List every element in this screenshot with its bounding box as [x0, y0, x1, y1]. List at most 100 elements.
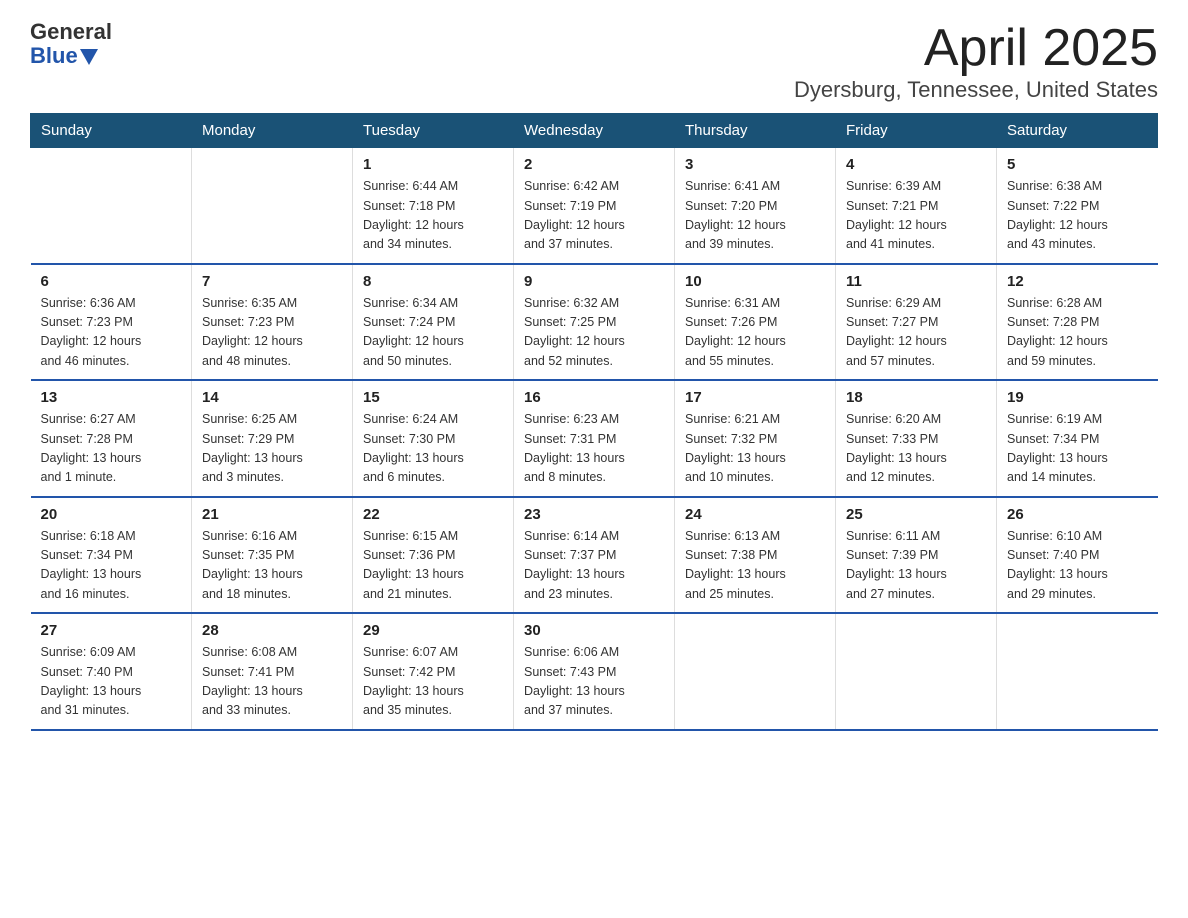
day-info: Sunrise: 6:34 AM Sunset: 7:24 PM Dayligh… — [363, 294, 503, 372]
day-cell: 25 Sunrise: 6:11 AM Sunset: 7:39 PM Dayli… — [836, 497, 997, 614]
day-cell: 20 Sunrise: 6:18 AM Sunset: 7:34 PM Dayli… — [31, 497, 192, 614]
day-cell: 12 Sunrise: 6:28 AM Sunset: 7:28 PM Dayli… — [997, 264, 1158, 381]
day-cell: 13Sunrise: 6:27 AM Sunset: 7:28 PM Dayli… — [31, 380, 192, 497]
day-cell: 9Sunrise: 6:32 AM Sunset: 7:25 PM Daylig… — [514, 264, 675, 381]
day-cell: 7 Sunrise: 6:35 AM Sunset: 7:23 PM Daylig… — [192, 264, 353, 381]
day-number: 7 — [202, 273, 342, 290]
day-number: 10 — [685, 273, 825, 290]
day-cell: 19Sunrise: 6:19 AM Sunset: 7:34 PM Dayli… — [997, 380, 1158, 497]
calendar-body: 1Sunrise: 6:44 AM Sunset: 7:18 PM Daylig… — [31, 148, 1158, 730]
day-cell: 15 Sunrise: 6:24 AM Sunset: 7:30 PM Dayli… — [353, 380, 514, 497]
day-cell: 1Sunrise: 6:44 AM Sunset: 7:18 PM Daylig… — [353, 148, 514, 264]
day-info: Sunrise: 6:10 AM Sunset: 7:40 PM Dayligh… — [1007, 527, 1148, 605]
week-row-1: 1Sunrise: 6:44 AM Sunset: 7:18 PM Daylig… — [31, 148, 1158, 264]
day-number: 16 — [524, 389, 664, 406]
day-number: 17 — [685, 389, 825, 406]
day-info: Sunrise: 6:09 AM Sunset: 7:40 PM Dayligh… — [41, 643, 182, 721]
day-cell: 18Sunrise: 6:20 AM Sunset: 7:33 PM Dayli… — [836, 380, 997, 497]
day-cell: 4 Sunrise: 6:39 AM Sunset: 7:21 PM Daylig… — [836, 148, 997, 264]
day-cell: 5Sunrise: 6:38 AM Sunset: 7:22 PM Daylig… — [997, 148, 1158, 264]
header-cell-sunday: Sunday — [31, 114, 192, 148]
day-number: 27 — [41, 622, 182, 639]
day-cell: 22 Sunrise: 6:15 AM Sunset: 7:36 PM Dayli… — [353, 497, 514, 614]
day-info: Sunrise: 6:14 AM Sunset: 7:37 PM Dayligh… — [524, 527, 664, 605]
day-info: Sunrise: 6:16 AM Sunset: 7:35 PM Dayligh… — [202, 527, 342, 605]
header-cell-tuesday: Tuesday — [353, 114, 514, 148]
day-number: 21 — [202, 506, 342, 523]
calendar-header: SundayMondayTuesdayWednesdayThursdayFrid… — [31, 114, 1158, 148]
day-cell: 28 Sunrise: 6:08 AM Sunset: 7:41 PM Dayli… — [192, 613, 353, 730]
day-info: Sunrise: 6:27 AM Sunset: 7:28 PM Dayligh… — [41, 410, 182, 488]
day-cell: 17Sunrise: 6:21 AM Sunset: 7:32 PM Dayli… — [675, 380, 836, 497]
week-row-2: 6Sunrise: 6:36 AM Sunset: 7:23 PM Daylig… — [31, 264, 1158, 381]
day-cell — [192, 148, 353, 264]
day-number: 2 — [524, 156, 664, 173]
day-info: Sunrise: 6:35 AM Sunset: 7:23 PM Dayligh… — [202, 294, 342, 372]
day-cell: 29Sunrise: 6:07 AM Sunset: 7:42 PM Dayli… — [353, 613, 514, 730]
day-cell: 23 Sunrise: 6:14 AM Sunset: 7:37 PM Dayli… — [514, 497, 675, 614]
day-info: Sunrise: 6:42 AM Sunset: 7:19 PM Dayligh… — [524, 177, 664, 255]
page-header: General Blue April 2025 Dyersburg, Tenne… — [30, 20, 1158, 103]
day-cell — [31, 148, 192, 264]
day-cell — [997, 613, 1158, 730]
day-number: 9 — [524, 273, 664, 290]
day-number: 14 — [202, 389, 342, 406]
day-cell: 27 Sunrise: 6:09 AM Sunset: 7:40 PM Dayli… — [31, 613, 192, 730]
week-row-3: 13Sunrise: 6:27 AM Sunset: 7:28 PM Dayli… — [31, 380, 1158, 497]
week-row-5: 27 Sunrise: 6:09 AM Sunset: 7:40 PM Dayli… — [31, 613, 1158, 730]
day-info: Sunrise: 6:23 AM Sunset: 7:31 PM Dayligh… — [524, 410, 664, 488]
day-info: Sunrise: 6:11 AM Sunset: 7:39 PM Dayligh… — [846, 527, 986, 605]
day-number: 11 — [846, 273, 986, 290]
day-number: 23 — [524, 506, 664, 523]
calendar-table: SundayMondayTuesdayWednesdayThursdayFrid… — [30, 113, 1158, 731]
day-info: Sunrise: 6:38 AM Sunset: 7:22 PM Dayligh… — [1007, 177, 1148, 255]
day-info: Sunrise: 6:31 AM Sunset: 7:26 PM Dayligh… — [685, 294, 825, 372]
day-cell: 2 Sunrise: 6:42 AM Sunset: 7:19 PM Daylig… — [514, 148, 675, 264]
day-number: 30 — [524, 622, 664, 639]
day-info: Sunrise: 6:07 AM Sunset: 7:42 PM Dayligh… — [363, 643, 503, 721]
day-info: Sunrise: 6:19 AM Sunset: 7:34 PM Dayligh… — [1007, 410, 1148, 488]
day-cell: 16 Sunrise: 6:23 AM Sunset: 7:31 PM Dayli… — [514, 380, 675, 497]
day-info: Sunrise: 6:41 AM Sunset: 7:20 PM Dayligh… — [685, 177, 825, 255]
day-number: 24 — [685, 506, 825, 523]
day-info: Sunrise: 6:28 AM Sunset: 7:28 PM Dayligh… — [1007, 294, 1148, 372]
day-cell: 6Sunrise: 6:36 AM Sunset: 7:23 PM Daylig… — [31, 264, 192, 381]
header-cell-saturday: Saturday — [997, 114, 1158, 148]
day-info: Sunrise: 6:08 AM Sunset: 7:41 PM Dayligh… — [202, 643, 342, 721]
day-number: 12 — [1007, 273, 1148, 290]
day-cell: 30 Sunrise: 6:06 AM Sunset: 7:43 PM Dayli… — [514, 613, 675, 730]
logo: General Blue — [30, 20, 112, 68]
day-info: Sunrise: 6:06 AM Sunset: 7:43 PM Dayligh… — [524, 643, 664, 721]
logo-blue-text: Blue — [30, 44, 78, 68]
day-number: 15 — [363, 389, 503, 406]
day-number: 20 — [41, 506, 182, 523]
day-number: 28 — [202, 622, 342, 639]
header-cell-thursday: Thursday — [675, 114, 836, 148]
day-cell: 26Sunrise: 6:10 AM Sunset: 7:40 PM Dayli… — [997, 497, 1158, 614]
day-number: 4 — [846, 156, 986, 173]
day-info: Sunrise: 6:29 AM Sunset: 7:27 PM Dayligh… — [846, 294, 986, 372]
day-info: Sunrise: 6:24 AM Sunset: 7:30 PM Dayligh… — [363, 410, 503, 488]
day-cell: 3 Sunrise: 6:41 AM Sunset: 7:20 PM Daylig… — [675, 148, 836, 264]
day-cell: 11 Sunrise: 6:29 AM Sunset: 7:27 PM Dayli… — [836, 264, 997, 381]
day-number: 25 — [846, 506, 986, 523]
day-cell: 8Sunrise: 6:34 AM Sunset: 7:24 PM Daylig… — [353, 264, 514, 381]
day-number: 3 — [685, 156, 825, 173]
day-cell: 10 Sunrise: 6:31 AM Sunset: 7:26 PM Dayli… — [675, 264, 836, 381]
header-cell-monday: Monday — [192, 114, 353, 148]
day-info: Sunrise: 6:39 AM Sunset: 7:21 PM Dayligh… — [846, 177, 986, 255]
day-info: Sunrise: 6:18 AM Sunset: 7:34 PM Dayligh… — [41, 527, 182, 605]
day-number: 22 — [363, 506, 503, 523]
day-cell — [836, 613, 997, 730]
day-number: 18 — [846, 389, 986, 406]
week-row-4: 20 Sunrise: 6:18 AM Sunset: 7:34 PM Dayli… — [31, 497, 1158, 614]
page-title: April 2025 — [794, 20, 1158, 77]
header-cell-friday: Friday — [836, 114, 997, 148]
day-info: Sunrise: 6:13 AM Sunset: 7:38 PM Dayligh… — [685, 527, 825, 605]
day-cell: 14Sunrise: 6:25 AM Sunset: 7:29 PM Dayli… — [192, 380, 353, 497]
header-cell-wednesday: Wednesday — [514, 114, 675, 148]
page-subtitle: Dyersburg, Tennessee, United States — [794, 77, 1158, 103]
day-info: Sunrise: 6:36 AM Sunset: 7:23 PM Dayligh… — [41, 294, 182, 372]
day-cell: 21 Sunrise: 6:16 AM Sunset: 7:35 PM Dayli… — [192, 497, 353, 614]
day-info: Sunrise: 6:15 AM Sunset: 7:36 PM Dayligh… — [363, 527, 503, 605]
